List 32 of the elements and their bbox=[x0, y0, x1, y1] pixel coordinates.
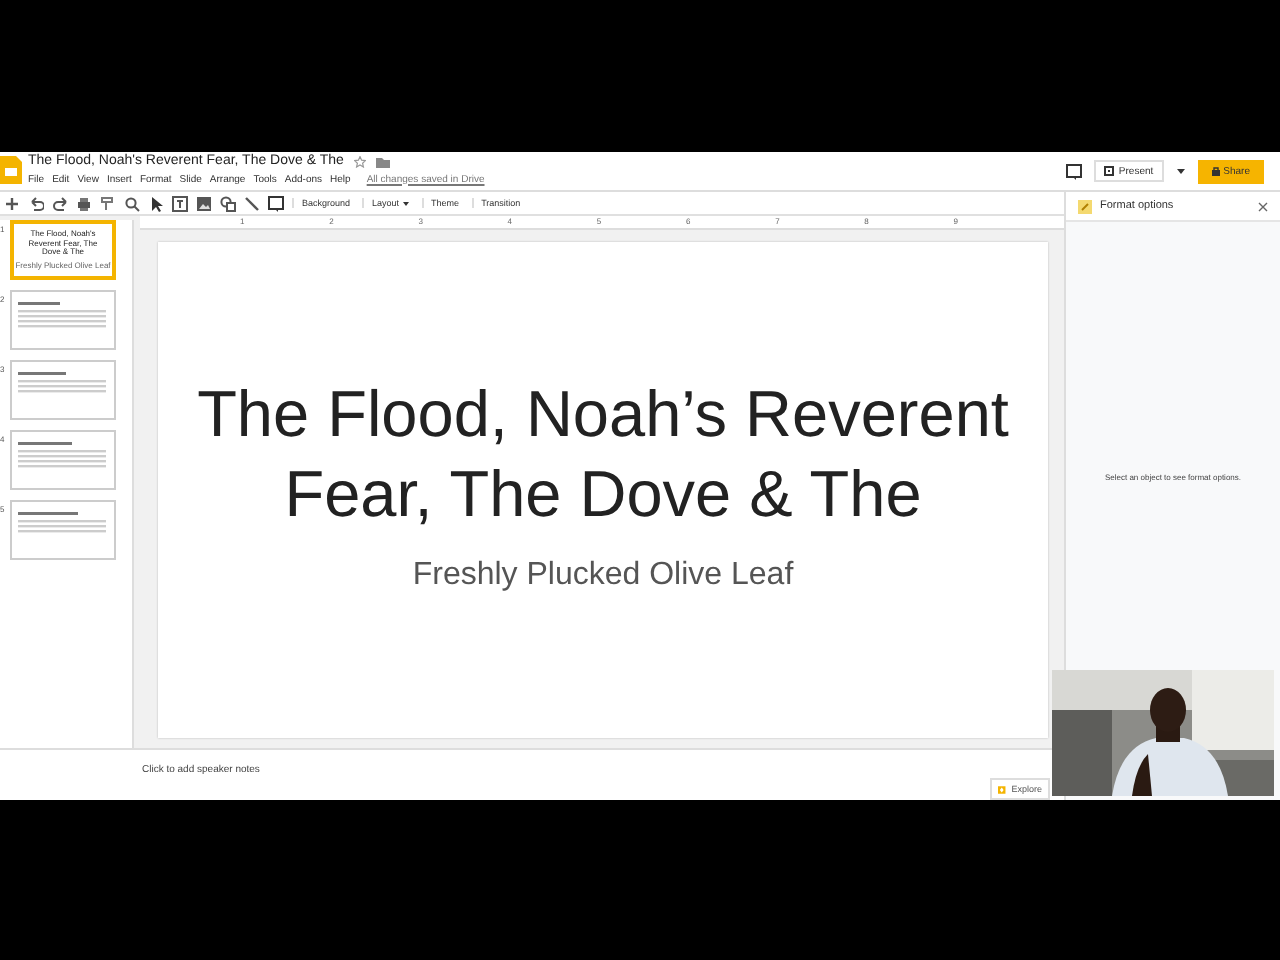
slide-canvas[interactable]: The Flood, Noah’s Reverent Fear, The Dove & The Freshly Plucked Olive Leaf bbox=[158, 242, 1048, 738]
star-icon[interactable] bbox=[353, 155, 366, 167]
zoom-icon[interactable] bbox=[124, 195, 140, 211]
slide-thumbnail[interactable] bbox=[10, 290, 116, 350]
plus-icon[interactable] bbox=[4, 195, 20, 211]
close-button[interactable] bbox=[1258, 201, 1268, 211]
slide-subtitle[interactable]: Freshly Plucked Olive Leaf bbox=[412, 558, 794, 594]
slide-title[interactable]: The Flood, Noah’s Reverent Fear, The Dove & The bbox=[173, 374, 1033, 534]
folder-icon[interactable] bbox=[375, 155, 390, 167]
caret-icon[interactable] bbox=[1175, 166, 1186, 176]
format-options-icon bbox=[1078, 199, 1092, 213]
redo-icon[interactable] bbox=[52, 195, 68, 211]
image-icon[interactable] bbox=[196, 195, 212, 211]
comment-icon[interactable] bbox=[268, 195, 284, 211]
comment-icon[interactable] bbox=[1066, 163, 1083, 179]
caret-icon bbox=[401, 199, 410, 207]
line-icon[interactable] bbox=[244, 195, 260, 211]
slide-thumbnail[interactable] bbox=[10, 500, 116, 560]
slide-thumbnail[interactable] bbox=[10, 430, 116, 490]
print-icon[interactable] bbox=[76, 195, 92, 211]
text-lines-drawing bbox=[18, 302, 106, 330]
present-icon bbox=[1104, 166, 1115, 176]
cursor-icon[interactable] bbox=[148, 195, 164, 211]
lock-icon bbox=[1211, 166, 1220, 176]
text-box-icon[interactable] bbox=[172, 195, 188, 211]
undo-icon[interactable] bbox=[28, 195, 44, 211]
slide-thumbnail[interactable] bbox=[10, 360, 116, 420]
shapes-icon[interactable] bbox=[220, 195, 236, 211]
close-icon bbox=[1258, 201, 1268, 211]
text-lines-drawing bbox=[18, 442, 106, 470]
explore-icon bbox=[998, 783, 1006, 795]
paint-format-icon[interactable] bbox=[100, 195, 116, 211]
